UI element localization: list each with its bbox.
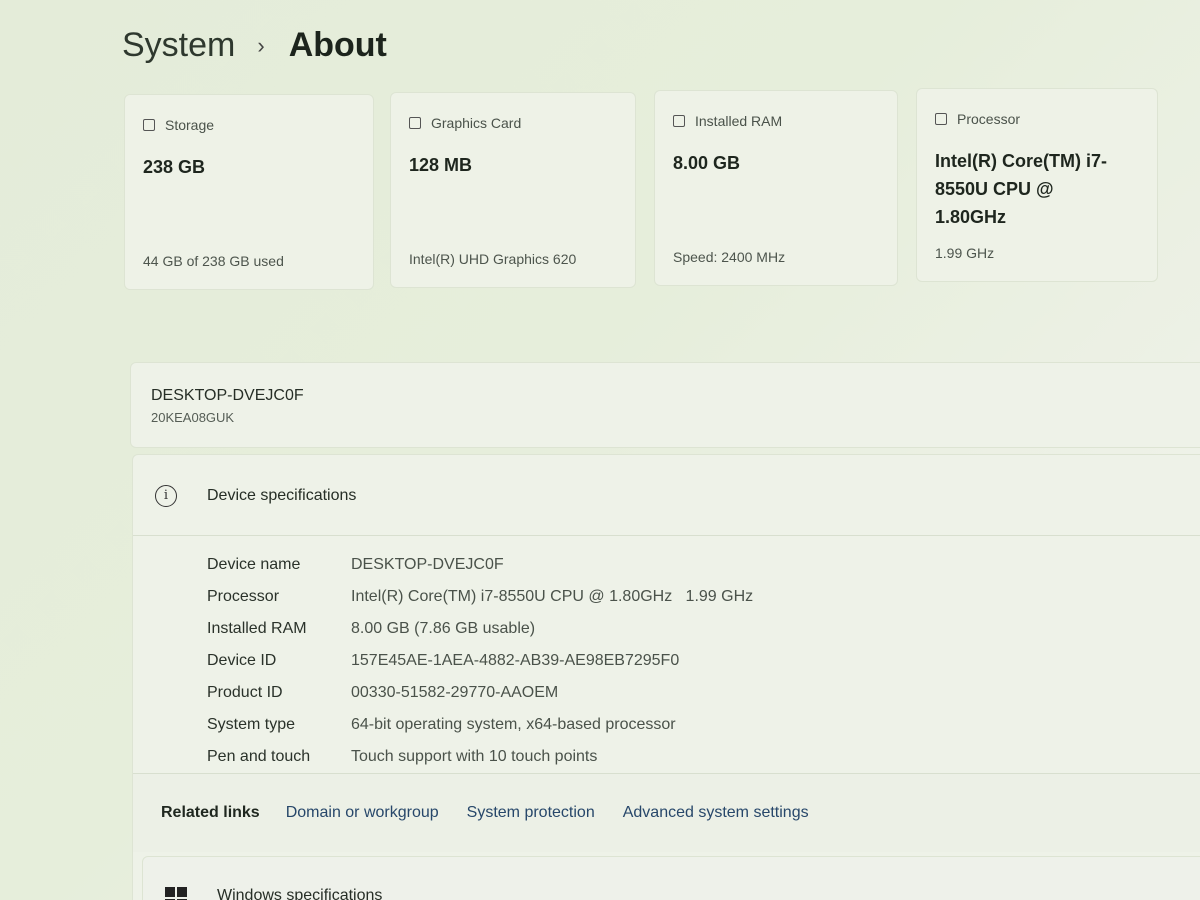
chevron-right-icon: ›	[257, 32, 265, 58]
spec-row: Pen and touch Touch support with 10 touc…	[207, 741, 753, 773]
storage-icon	[143, 119, 155, 131]
section-title: Device specifications	[207, 487, 357, 504]
card-value: 8.00 GB	[673, 153, 741, 173]
spec-key: Product ID	[207, 684, 283, 701]
processor-icon	[935, 113, 947, 125]
device-specifications-header[interactable]: i Device specifications	[133, 455, 1200, 536]
system-protection-link[interactable]: System protection	[467, 804, 595, 822]
device-specifications-panel: i Device specifications Device name DESK…	[132, 454, 1200, 900]
device-name-card[interactable]: DESKTOP-DVEJC0F 20KEA08GUK	[130, 362, 1200, 448]
related-links-label: Related links	[161, 804, 260, 821]
card-value: 128 MB	[409, 155, 473, 175]
related-links-bar: Related links Domain or workgroup System…	[133, 773, 1200, 852]
page-title: About	[288, 26, 387, 64]
ram-icon	[673, 115, 685, 127]
card-sub: Intel(R) UHD Graphics 620	[409, 251, 577, 267]
spec-value: Intel(R) Core(TM) i7-8550U CPU @ 1.80GHz…	[351, 588, 754, 605]
card-label: Processor	[957, 111, 1021, 127]
processor-card[interactable]: Processor Intel(R) Core(TM) i7-8550U CPU…	[916, 88, 1158, 282]
spec-key: Device name	[207, 556, 301, 573]
spec-value: 157E45AE-1AEA-4882-AB39-AE98EB7295F0	[351, 652, 680, 669]
graphics-card-card[interactable]: Graphics Card 128 MB Intel(R) UHD Graphi…	[390, 92, 636, 288]
spec-value: 00330-51582-29770-AAOEM	[351, 684, 559, 701]
card-label: Storage	[165, 117, 215, 133]
spec-row: Device name DESKTOP-DVEJC0F	[207, 549, 753, 581]
info-icon: i	[155, 485, 177, 507]
spec-key: Pen and touch	[207, 748, 311, 765]
spec-row: Device ID 157E45AE-1AEA-4882-AB39-AE98EB…	[207, 645, 753, 677]
card-value: Intel(R) Core(TM) i7-8550U CPU @ 1.80GHz	[935, 151, 1107, 227]
spec-row: Installed RAM 8.00 GB (7.86 GB usable)	[207, 613, 753, 645]
spec-key: Device ID	[207, 652, 277, 669]
spec-row: Product ID 00330-51582-29770-AAOEM	[207, 677, 753, 709]
spec-value: 64-bit operating system, x64-based proce…	[351, 716, 676, 733]
card-sub: 1.99 GHz	[935, 245, 995, 261]
card-sub: Speed: 2400 MHz	[673, 249, 786, 265]
card-sub: 44 GB of 238 GB used	[143, 253, 284, 269]
domain-or-workgroup-link[interactable]: Domain or workgroup	[286, 804, 439, 822]
card-label: Installed RAM	[695, 113, 783, 129]
spec-row: System type 64-bit operating system, x64…	[207, 709, 753, 741]
spec-row: Processor Intel(R) Core(TM) i7-8550U CPU…	[207, 581, 753, 613]
breadcrumb-system[interactable]: System	[122, 26, 235, 65]
spec-value: 8.00 GB (7.86 GB usable)	[351, 620, 536, 637]
spec-value: DESKTOP-DVEJC0F	[351, 556, 504, 573]
card-value: 238 GB	[143, 157, 206, 177]
installed-ram-card[interactable]: Installed RAM 8.00 GB Speed: 2400 MHz	[654, 90, 898, 286]
spec-key: Installed RAM	[207, 620, 307, 637]
section-title: Windows specifications	[217, 887, 383, 900]
windows-specifications-header[interactable]: Windows specifications	[142, 856, 1200, 900]
spec-value: Touch support with 10 touch points	[351, 748, 598, 765]
spec-key: Processor	[207, 588, 280, 605]
advanced-system-settings-link[interactable]: Advanced system settings	[623, 804, 809, 822]
card-label: Graphics Card	[431, 115, 522, 131]
device-name: DESKTOP-DVEJC0F	[151, 387, 304, 404]
breadcrumb: System › About	[122, 26, 387, 65]
spec-table: Device name DESKTOP-DVEJC0F Processor In…	[207, 549, 753, 773]
spec-key: System type	[207, 716, 296, 733]
device-model: 20KEA08GUK	[151, 410, 235, 425]
graphics-card-icon	[409, 117, 421, 129]
windows-logo-icon	[165, 887, 187, 900]
storage-card[interactable]: Storage 238 GB 44 GB of 238 GB used	[124, 94, 374, 290]
